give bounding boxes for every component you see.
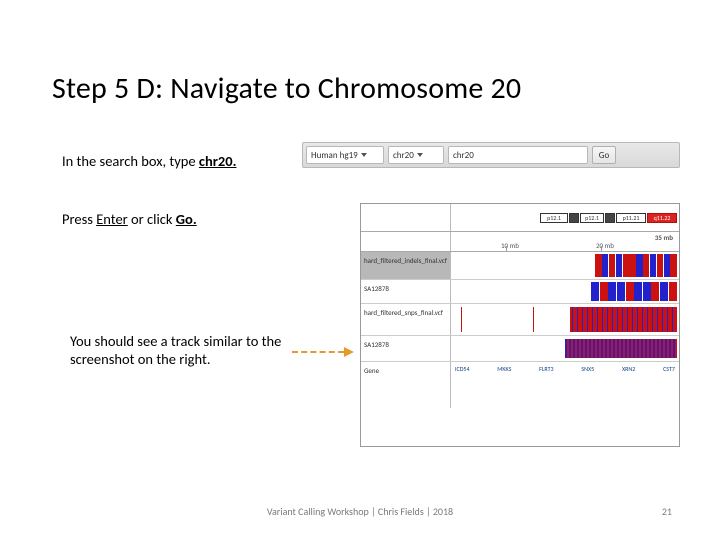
genome-label: Human hg19 [311, 150, 358, 161]
igv-panel: p12.1 p12.1 p11.21 q11.22 35 mb 10 mb 20… [360, 203, 680, 447]
instr2-c: or click [128, 210, 176, 228]
chr-label: chr20 [393, 150, 414, 161]
genome-dropdown[interactable]: Human hg19 [306, 146, 384, 164]
chevron-down-icon [417, 153, 423, 157]
gene-1: MKKS [497, 365, 511, 373]
instruction-3: You should see a track similar to the sc… [70, 332, 320, 368]
band-q11-22: q11.22 [647, 213, 677, 223]
gene-0: ICD54 [455, 365, 469, 373]
igv-toolbar: Human hg19 chr20 chr20 Go [302, 142, 680, 168]
page-title: Step 5 D: Navigate to Chromosome 20 [52, 70, 521, 107]
band-dark1 [569, 213, 579, 223]
band-p11-21: p11.21 [616, 213, 646, 223]
instr2-enter: Enter [96, 210, 128, 228]
gene-2: FLRT3 [539, 365, 553, 373]
ideogram-row: p12.1 p12.1 p11.21 q11.22 [361, 204, 679, 232]
search-value: chr20 [453, 150, 474, 161]
gene-4: XRN2 [622, 365, 635, 373]
tick-20mb: 20 mb [596, 241, 614, 250]
ideogram: p12.1 p12.1 p11.21 q11.22 [451, 204, 679, 231]
band-p12-1b: p12.1 [580, 213, 604, 223]
arrow-dashed-line [292, 351, 344, 353]
gene-5: CST7 [663, 365, 675, 373]
track-gene: Gene ICD54 MKKS FLRT3 SNX5 XRN2 CST7 [361, 362, 679, 408]
scale-length: 35 mb [655, 233, 673, 242]
chromosome-dropdown[interactable]: chr20 [388, 146, 444, 164]
track-sample2: SA12878 [361, 336, 679, 362]
search-input[interactable]: chr20 [448, 146, 588, 164]
track-gene-label: Gene [361, 362, 451, 408]
track-indels-label: hard_filtered_indels_final.vcf [361, 252, 451, 279]
snps-bars [453, 307, 677, 332]
track-sample1-label: SA12878 [361, 280, 451, 303]
instr1-text: In the search box, type [62, 152, 199, 170]
track-snps-label: hard_filtered_snps_final.vcf [361, 304, 451, 335]
track-indels: hard_filtered_indels_final.vcf [361, 252, 679, 280]
instr2-go: Go. [176, 210, 197, 228]
gene-3: SNX5 [581, 365, 594, 373]
go-button[interactable]: Go [592, 146, 616, 164]
instruction-1: In the search box, type chr20. [62, 152, 237, 170]
sample2-bars [453, 339, 677, 358]
scale-row: 35 mb 10 mb 20 mb [361, 232, 679, 252]
gene-labels: ICD54 MKKS FLRT3 SNX5 XRN2 CST7 [455, 365, 675, 373]
indels-bars [595, 254, 677, 277]
instr2-a: Press [62, 210, 96, 228]
page-number: 21 [662, 505, 672, 518]
track-snps: hard_filtered_snps_final.vcf [361, 304, 679, 336]
sample1-bars [591, 282, 677, 301]
band-dark2 [605, 213, 615, 223]
track-sample1: SA12878 [361, 280, 679, 304]
arrow-right-icon [344, 347, 354, 357]
track-sample2-label: SA12878 [361, 336, 451, 361]
chevron-down-icon [361, 153, 367, 157]
footer-text: Variant Calling Workshop | Chris Fields … [0, 505, 720, 518]
instr1-code: chr20. [199, 152, 237, 170]
go-label: Go [599, 150, 609, 161]
band-p12-1a: p12.1 [540, 213, 568, 223]
instruction-2: Press Enter or click Go. [62, 210, 197, 228]
tick-10mb: 10 mb [501, 241, 519, 250]
